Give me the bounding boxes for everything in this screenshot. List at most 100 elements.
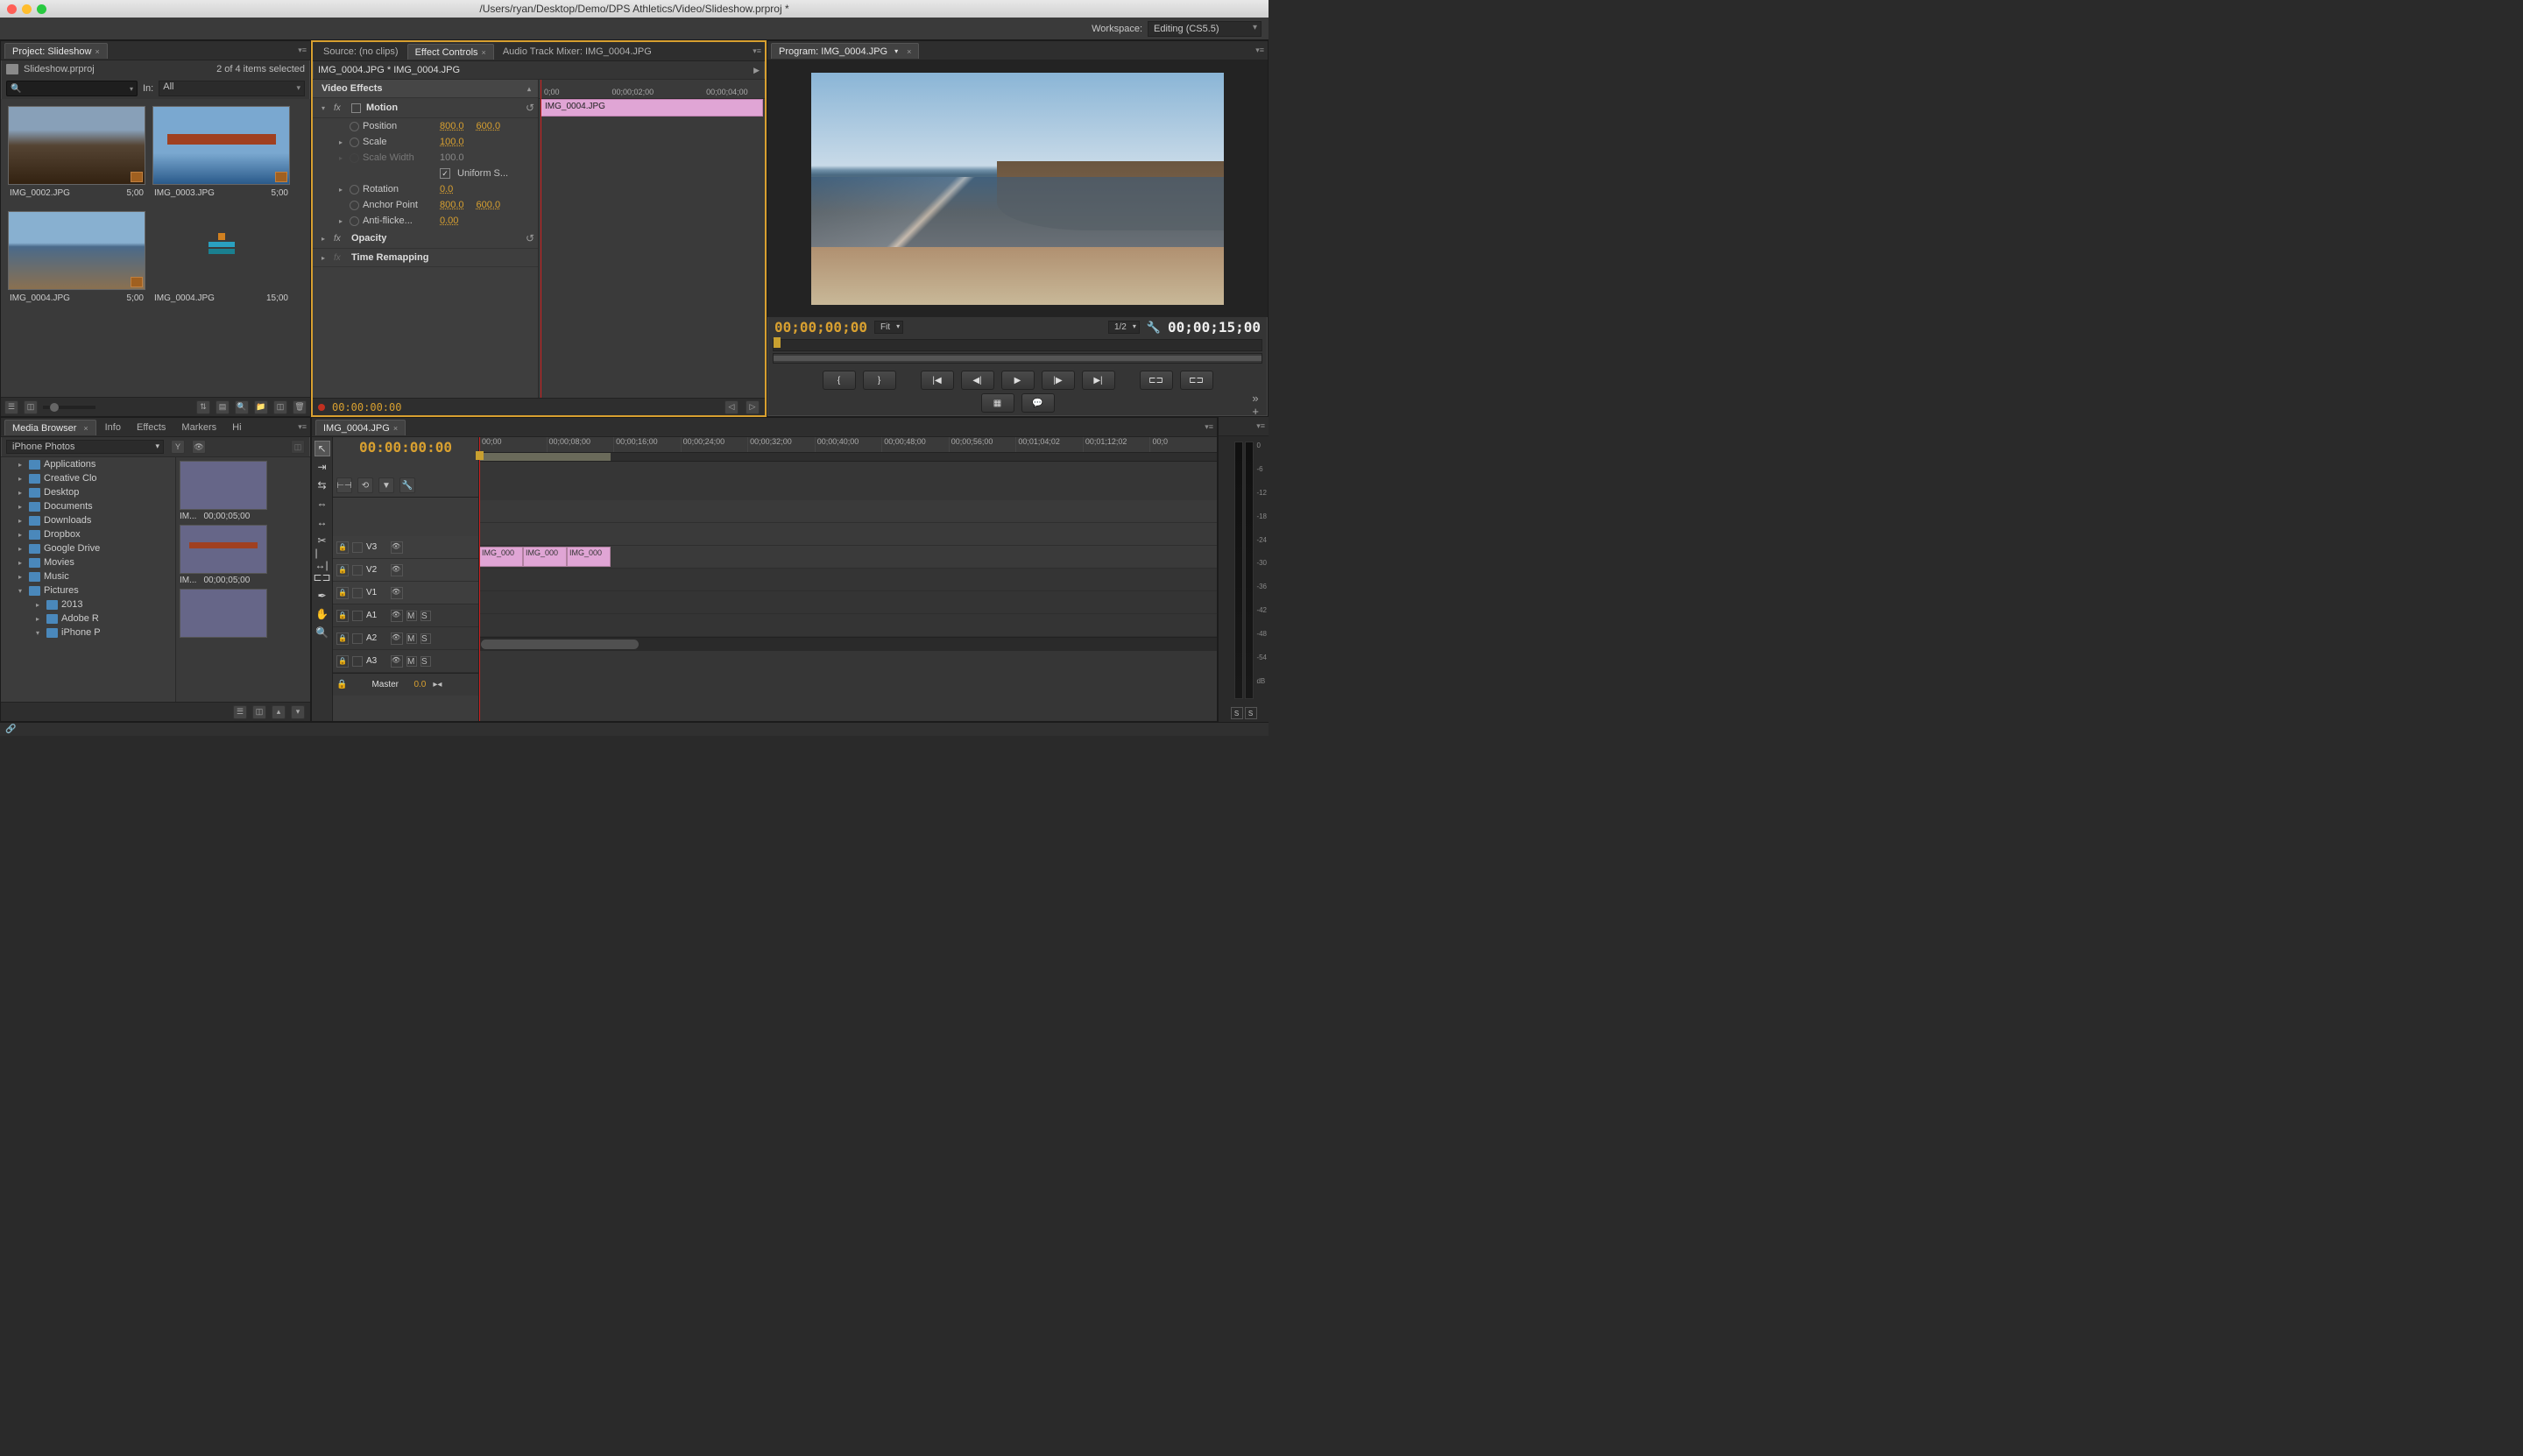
extract-button[interactable]: ⊏⊐: [1180, 371, 1213, 390]
solo-right-button[interactable]: S: [1245, 707, 1257, 719]
directory-button[interactable]: ◫: [291, 440, 305, 454]
stopwatch-icon[interactable]: [350, 122, 359, 131]
timeline-ruler[interactable]: 00;0000;00;08;0000;00;16;0000;00;24;0000…: [479, 437, 1217, 453]
step-back-button[interactable]: ◀|: [961, 371, 994, 390]
tab-source[interactable]: Source: (no clips): [316, 44, 406, 59]
track-header-a3[interactable]: 🔒A3👁MS: [333, 650, 478, 673]
pen-tool[interactable]: ✒: [314, 588, 330, 604]
drive-dropdown[interactable]: iPhone Photos: [6, 440, 164, 454]
timeline-playhead[interactable]: [476, 451, 484, 460]
video-track-v3[interactable]: [479, 500, 1217, 523]
rolling-edit-tool[interactable]: ⇔: [314, 496, 330, 512]
new-bin-button[interactable]: 📁: [254, 400, 268, 414]
thumbnail-size-slider[interactable]: [43, 406, 95, 409]
settings-icon[interactable]: 🔧: [1147, 321, 1161, 335]
tree-folder[interactable]: ▸Google Drive: [1, 541, 175, 555]
workspace-dropdown[interactable]: Editing (CS5.5): [1148, 21, 1262, 37]
panel-menu-icon[interactable]: ▾≡: [1255, 46, 1264, 55]
panel-menu-icon[interactable]: ▾≡: [298, 46, 307, 55]
program-zoom-bar[interactable]: [773, 353, 1262, 364]
tab-project[interactable]: Project: Slideshow×: [4, 43, 108, 59]
tree-folder[interactable]: ▾iPhone P: [1, 626, 175, 640]
icon-view-button[interactable]: ◫: [24, 400, 38, 414]
media-item[interactable]: IM...00;00;05;00: [180, 461, 307, 521]
add-marker-button[interactable]: ▼: [378, 477, 394, 493]
tree-folder[interactable]: ▸Music: [1, 569, 175, 583]
video-track-v1[interactable]: IMG_000IMG_000IMG_000: [479, 546, 1217, 569]
lift-button[interactable]: ⊏⊐: [1140, 371, 1173, 390]
program-current-timecode[interactable]: 00;00;00;00: [774, 319, 867, 336]
tab-markers[interactable]: Markers: [174, 420, 223, 435]
antiflicker-value[interactable]: 0.00: [440, 216, 458, 226]
position-y-value[interactable]: 600.0: [477, 121, 501, 131]
direct-manip-icon[interactable]: [351, 103, 361, 113]
track-header-a1[interactable]: 🔒A1👁MS: [333, 604, 478, 627]
snap-button[interactable]: ⊢⊣: [336, 477, 352, 493]
tree-folder[interactable]: ▸2013: [1, 597, 175, 611]
media-item[interactable]: [180, 589, 307, 640]
mark-in-button[interactable]: {: [823, 371, 856, 390]
folder-tree[interactable]: ▸Applications▸Creative Clo▸Desktop▸Docum…: [1, 457, 176, 702]
audio-track-a3[interactable]: [479, 614, 1217, 637]
work-area-bar[interactable]: [479, 453, 1217, 462]
close-icon[interactable]: ×: [393, 424, 398, 433]
close-icon[interactable]: ×: [907, 47, 911, 56]
automate-button[interactable]: ▤: [216, 400, 230, 414]
program-scrub-bar[interactable]: [773, 339, 1262, 351]
chevron-down-icon[interactable]: ▾: [130, 85, 133, 93]
timeline-clip[interactable]: IMG_000: [523, 547, 567, 567]
effect-motion[interactable]: ▾fxMotion↺: [313, 98, 538, 118]
project-bin-grid[interactable]: IMG_0002.JPG5;00IMG_0003.JPG5;00IMG_0004…: [1, 99, 310, 397]
panel-menu-icon[interactable]: ▾≡: [298, 422, 307, 432]
media-list[interactable]: IM...00;00;05;00IM...00;00;05;00: [176, 457, 310, 702]
program-playhead[interactable]: [774, 337, 781, 348]
filter-button[interactable]: Y: [171, 440, 185, 454]
position-x-value[interactable]: 800.0: [440, 121, 464, 131]
selection-tool[interactable]: ↖: [314, 441, 330, 456]
anchor-x-value[interactable]: 800.0: [440, 200, 464, 210]
stopwatch-icon[interactable]: [350, 216, 359, 226]
tree-folder[interactable]: ▸Applications: [1, 457, 175, 471]
reset-icon[interactable]: ↺: [526, 232, 534, 244]
dynamic-link-icon[interactable]: 🔗: [5, 724, 16, 734]
stopwatch-icon[interactable]: [350, 201, 359, 210]
timeline-timecode[interactable]: 00:00:00:00: [333, 437, 478, 457]
track-header-v2[interactable]: 🔒V2👁: [333, 559, 478, 582]
hand-tool[interactable]: ✋: [314, 606, 330, 622]
thumbnail-view-button[interactable]: ◫: [252, 705, 266, 719]
slip-tool[interactable]: |↔|: [314, 551, 330, 567]
timeline-clip[interactable]: IMG_000: [567, 547, 611, 567]
tab-hi[interactable]: Hi: [225, 420, 248, 435]
toggle-timeline-icon[interactable]: ▶: [753, 66, 760, 75]
list-view-button[interactable]: ☰: [233, 705, 247, 719]
tab-info[interactable]: Info: [98, 420, 128, 435]
step-forward-button[interactable]: |▶: [1042, 371, 1075, 390]
video-track-v2[interactable]: [479, 523, 1217, 546]
bin-item[interactable]: IMG_0003.JPG5;00: [149, 102, 293, 208]
media-item[interactable]: IM...00;00;05;00: [180, 525, 307, 585]
chevron-down-icon[interactable]: ▾: [894, 47, 898, 55]
delete-button[interactable]: 🗑: [293, 400, 307, 414]
track-header-v3[interactable]: 🔒V3👁: [333, 536, 478, 559]
go-to-out-button[interactable]: ▶|: [1082, 371, 1115, 390]
sort-button[interactable]: ⇅: [196, 400, 210, 414]
tree-folder[interactable]: ▾Pictures: [1, 583, 175, 597]
solo-left-button[interactable]: S: [1231, 707, 1243, 719]
lock-icon[interactable]: 🔒: [336, 680, 347, 689]
bin-item[interactable]: IMG_0004.JPG15;00: [149, 208, 293, 313]
zoom-window-button[interactable]: [37, 4, 46, 14]
effect-time-remapping[interactable]: ▸fxTime Remapping: [313, 249, 538, 267]
tab-sequence[interactable]: IMG_0004.JPG×: [315, 420, 406, 435]
panel-menu-icon[interactable]: ▾≡: [1256, 421, 1265, 431]
effect-opacity[interactable]: ▸fxOpacity↺: [313, 229, 538, 249]
close-window-button[interactable]: [7, 4, 17, 14]
mark-out-button[interactable]: }: [863, 371, 896, 390]
audio-track-a2[interactable]: [479, 591, 1217, 614]
in-filter-dropdown[interactable]: All: [159, 81, 305, 96]
slide-tool[interactable]: ⊏⊐: [314, 569, 330, 585]
tree-folder[interactable]: ▸Creative Clo: [1, 471, 175, 485]
panel-menu-icon[interactable]: ▾≡: [1205, 422, 1213, 432]
button-editor-icon[interactable]: »+: [1252, 392, 1259, 418]
tab-media-browser[interactable]: Media Browser×: [4, 420, 96, 435]
close-icon[interactable]: ×: [482, 48, 486, 57]
